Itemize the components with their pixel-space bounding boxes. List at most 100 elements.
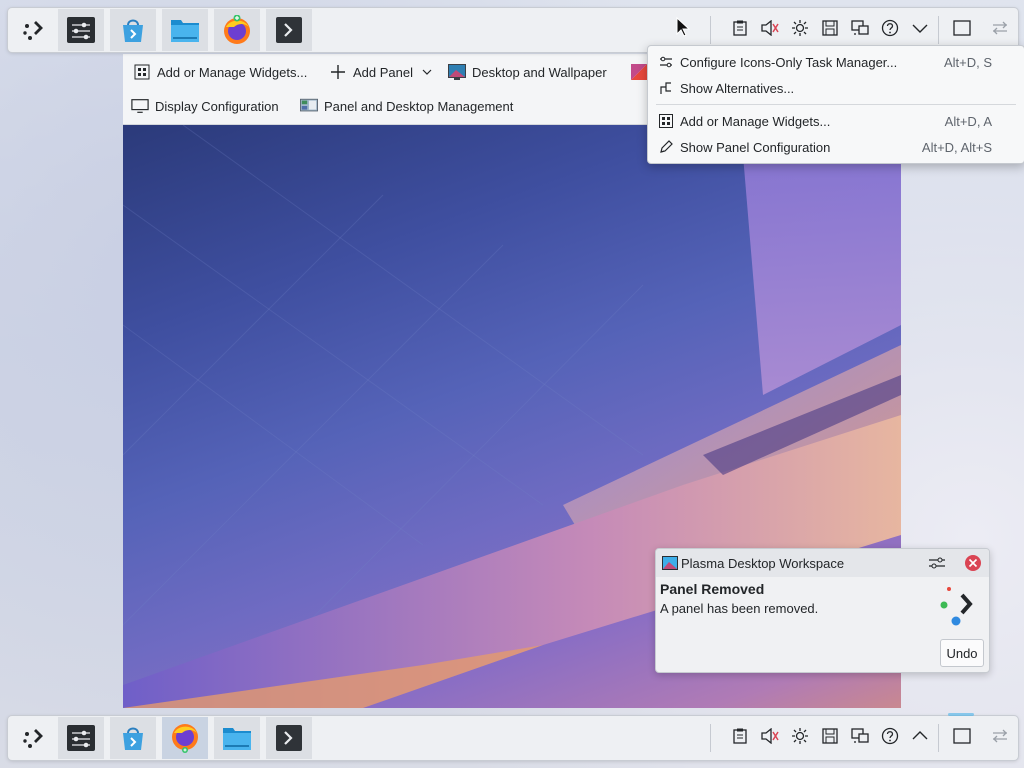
discover-icon	[119, 724, 147, 752]
notification-configure-button[interactable]	[928, 555, 946, 576]
app-launcher-icon	[936, 585, 982, 636]
notification-popup: Plasma Desktop Workspace Panel Removed A…	[655, 548, 990, 673]
wallpaper-icon	[448, 63, 466, 81]
konsole-icon	[275, 724, 303, 752]
tray-network[interactable]	[845, 716, 875, 760]
panel-separator	[938, 16, 939, 44]
clipboard-icon	[732, 20, 748, 41]
menu-item-label: Show Panel Configuration	[680, 139, 831, 155]
display-configuration-label: Display Configuration	[155, 98, 279, 114]
menu-item-shortcut: Alt+D, S	[943, 54, 992, 70]
app-launcher-icon	[21, 18, 45, 42]
chevron-down-icon	[912, 21, 928, 39]
chevron-down-icon	[422, 65, 432, 80]
task-discover[interactable]	[110, 9, 156, 51]
panel-config-icon	[992, 20, 1008, 41]
menu-item-shortcut: Alt+D, A	[944, 113, 992, 129]
panel-desktop-management-label: Panel and Desktop Management	[324, 98, 514, 114]
desktop-wallpaper-label: Desktop and Wallpaper	[472, 64, 607, 80]
desktop-wallpaper-button[interactable]: Desktop and Wallpaper	[448, 59, 607, 85]
app-launcher-icon	[21, 726, 45, 750]
task-firefox[interactable]	[214, 9, 260, 51]
show-desktop-button[interactable]	[947, 716, 977, 760]
menu-item-show-alternatives[interactable]: Show Alternatives...	[648, 75, 1024, 101]
file-manager-icon	[222, 725, 252, 751]
notification-title: Panel Removed	[660, 581, 765, 597]
task-system-settings[interactable]	[58, 717, 104, 759]
system-settings-icon	[66, 16, 96, 44]
help-icon	[881, 19, 899, 42]
network-icon	[851, 727, 869, 750]
show-desktop-icon	[953, 19, 971, 41]
widgets-icon	[658, 113, 674, 129]
task-file-manager[interactable]	[162, 9, 208, 51]
app-launcher-button[interactable]	[10, 9, 56, 51]
task-konsole[interactable]	[266, 9, 312, 51]
bottom-panel	[8, 713, 1018, 760]
add-panel-label: Add Panel	[353, 64, 413, 80]
tray-brightness[interactable]	[785, 716, 815, 760]
save-icon	[822, 19, 838, 41]
mouse-cursor	[676, 16, 691, 42]
task-konsole[interactable]	[266, 717, 312, 759]
panel-desktop-management-button[interactable]: Panel and Desktop Management	[300, 93, 513, 119]
monitor-icon	[131, 97, 149, 115]
menu-item-configure-task-manager[interactable]: Configure Icons-Only Task Manager... Alt…	[648, 49, 1024, 75]
task-file-manager[interactable]	[214, 717, 260, 759]
app-launcher-button[interactable]	[10, 717, 56, 759]
configure-icon	[658, 54, 674, 70]
task-firefox[interactable]	[162, 717, 208, 759]
notification-app-name: Plasma Desktop Workspace	[681, 556, 845, 571]
discover-icon	[119, 16, 147, 44]
show-desktop-icon	[953, 727, 971, 749]
menu-item-label: Show Alternatives...	[680, 80, 795, 96]
firefox-icon	[222, 15, 252, 45]
brightness-icon	[791, 727, 809, 750]
tray-volume[interactable]	[755, 716, 785, 760]
plasma-workspace-icon	[662, 556, 678, 575]
alternatives-icon	[658, 80, 674, 96]
save-icon	[822, 727, 838, 749]
add-panel-button[interactable]: Add Panel	[329, 59, 432, 85]
volume-muted-icon	[761, 727, 779, 749]
menu-item-label: Add or Manage Widgets...	[680, 113, 831, 129]
notification-close-button[interactable]	[964, 554, 982, 577]
tray-expand-button[interactable]	[905, 716, 935, 760]
desktop-management-icon	[300, 97, 318, 115]
tray-clipboard[interactable]	[725, 716, 755, 760]
clipboard-icon	[732, 728, 748, 749]
menu-separator	[656, 104, 1016, 105]
notification-header: Plasma Desktop Workspace	[656, 549, 989, 577]
brightness-icon	[791, 19, 809, 42]
system-settings-icon	[66, 724, 96, 752]
add-widgets-label: Add or Manage Widgets...	[157, 64, 308, 80]
close-icon	[965, 555, 981, 571]
task-system-settings[interactable]	[58, 9, 104, 51]
notification-body: A panel has been removed.	[660, 601, 819, 616]
configure-icon	[929, 557, 945, 569]
panel-separator	[938, 724, 939, 752]
tray-save[interactable]	[815, 716, 845, 760]
panel-separator	[710, 16, 711, 44]
context-menu: Configure Icons-Only Task Manager... Alt…	[647, 45, 1024, 164]
chevron-up-icon	[912, 729, 928, 747]
tray-help[interactable]	[875, 716, 905, 760]
edit-icon	[658, 139, 674, 155]
panel-config-icon	[992, 728, 1008, 749]
menu-item-add-widgets[interactable]: Add or Manage Widgets... Alt+D, A	[648, 108, 1024, 134]
file-manager-icon	[170, 17, 200, 43]
panel-configure-button[interactable]	[985, 716, 1015, 760]
undo-button[interactable]: Undo	[940, 639, 984, 667]
volume-muted-icon	[761, 19, 779, 41]
task-discover[interactable]	[110, 717, 156, 759]
help-icon	[881, 727, 899, 750]
colors-icon	[630, 63, 648, 81]
widgets-icon	[133, 63, 151, 81]
display-configuration-button[interactable]: Display Configuration	[131, 93, 279, 119]
panel-separator	[710, 724, 711, 752]
menu-item-label: Configure Icons-Only Task Manager...	[680, 54, 898, 70]
menu-item-show-panel-configuration[interactable]: Show Panel Configuration Alt+D, Alt+S	[648, 134, 1024, 160]
konsole-icon	[275, 16, 303, 44]
menu-item-shortcut: Alt+D, Alt+S	[921, 139, 992, 155]
add-widgets-button[interactable]: Add or Manage Widgets...	[133, 59, 307, 85]
